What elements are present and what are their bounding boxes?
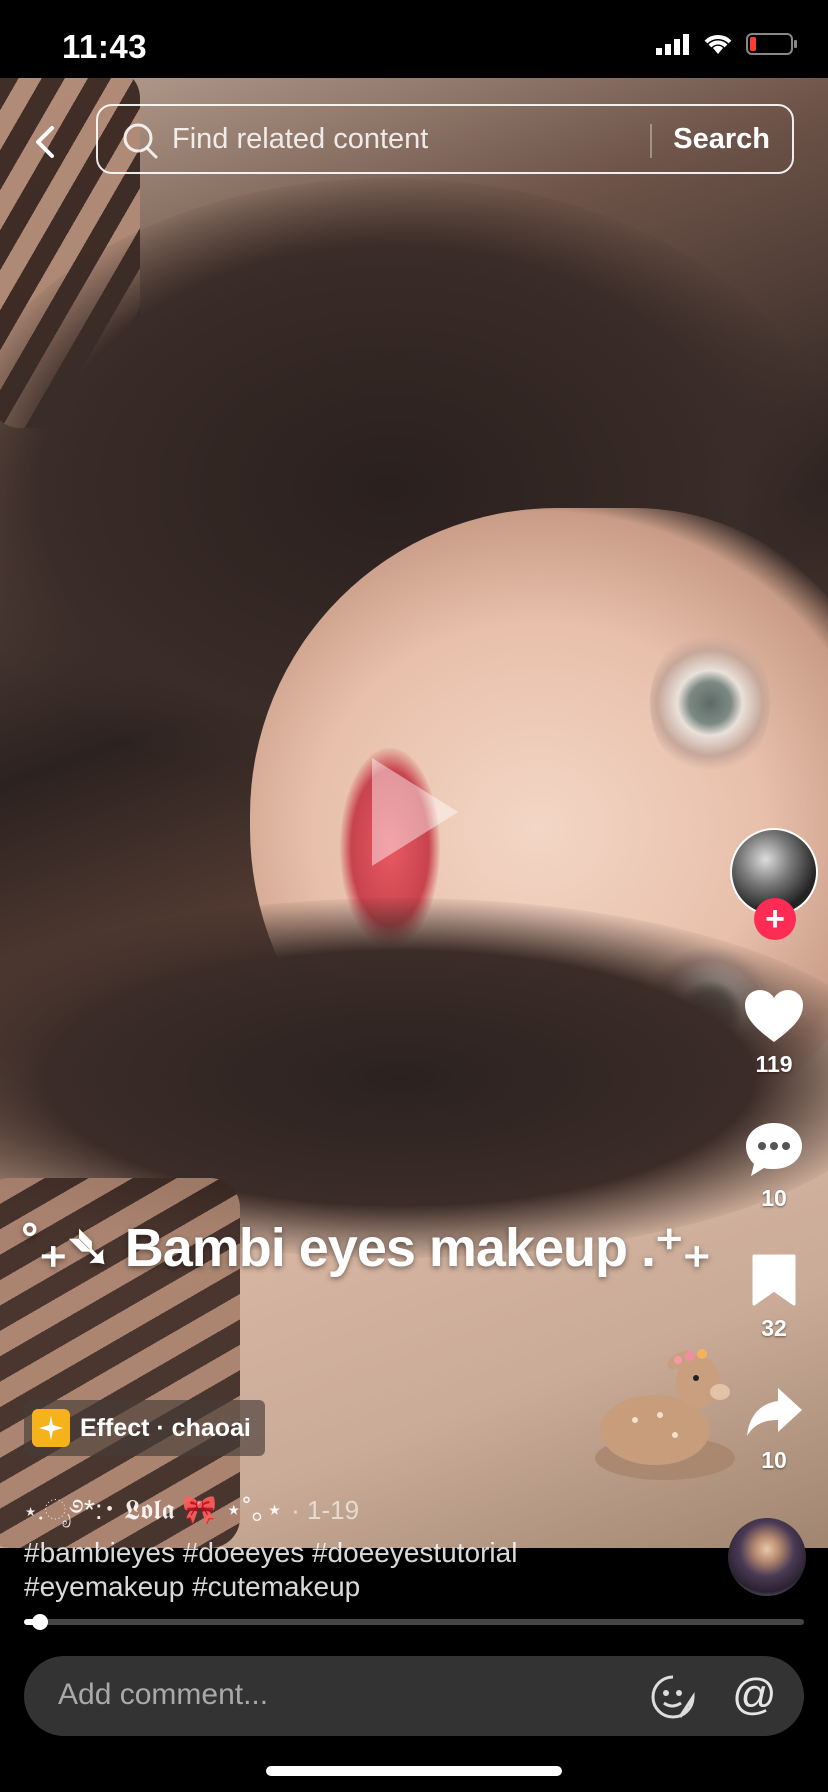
battery-icon (746, 33, 797, 55)
follow-button[interactable]: + (754, 898, 796, 940)
effect-chip[interactable]: Effect · chaoai (24, 1400, 265, 1456)
deer-sticker (595, 1349, 735, 1480)
author-name[interactable]: ⋆.ೃ࿔*:･ 𝕷𝖔𝖑𝖆 🎀 ⋆˚｡⋆ (24, 1494, 283, 1525)
effect-sparkle-icon (32, 1409, 70, 1447)
comment-icon (746, 1123, 802, 1176)
comment-button[interactable]: 10 (724, 1120, 824, 1212)
progress-bar[interactable] (24, 1614, 804, 1630)
signal-icon (656, 34, 689, 55)
wifi-icon (704, 35, 732, 54)
search-icon (123, 123, 158, 159)
hashtags[interactable]: #bambieyes #doeeyes #doeeyestutorial #ey… (24, 1536, 624, 1604)
like-button[interactable]: 119 (724, 988, 824, 1078)
share-icon (747, 1388, 802, 1436)
status-icons (656, 32, 798, 56)
search-input[interactable]: Find related content (172, 123, 428, 156)
video-caption-title: ˚₊➴ Bambi eyes makeup .⁺₊ (22, 1218, 711, 1278)
progress-knob[interactable] (31, 1614, 48, 1630)
comment-count: 10 (761, 1185, 787, 1211)
heart-icon (745, 990, 803, 1042)
search-box[interactable]: Find related content Search (96, 104, 794, 174)
home-indicator (266, 1766, 562, 1776)
back-icon[interactable] (26, 122, 66, 162)
play-icon[interactable] (372, 758, 458, 866)
like-count: 119 (755, 1051, 793, 1077)
music-disc[interactable] (728, 1518, 806, 1596)
status-bar: 11:43 (0, 0, 828, 78)
post-date: · 1-19 (291, 1495, 360, 1525)
status-time: 11:43 (62, 28, 148, 65)
bookmark-icon (752, 1254, 796, 1306)
search-button[interactable]: Search (673, 123, 770, 156)
comment-bar[interactable]: Add comment... @ (24, 1656, 804, 1736)
emoji-icon[interactable] (650, 1674, 696, 1720)
comment-input[interactable]: Add comment... (58, 1678, 268, 1712)
effect-label: Effect · chaoai (80, 1413, 251, 1442)
search-divider (650, 124, 652, 158)
top-bar: Find related content Search (0, 102, 828, 178)
at-icon[interactable]: @ (732, 1670, 777, 1720)
